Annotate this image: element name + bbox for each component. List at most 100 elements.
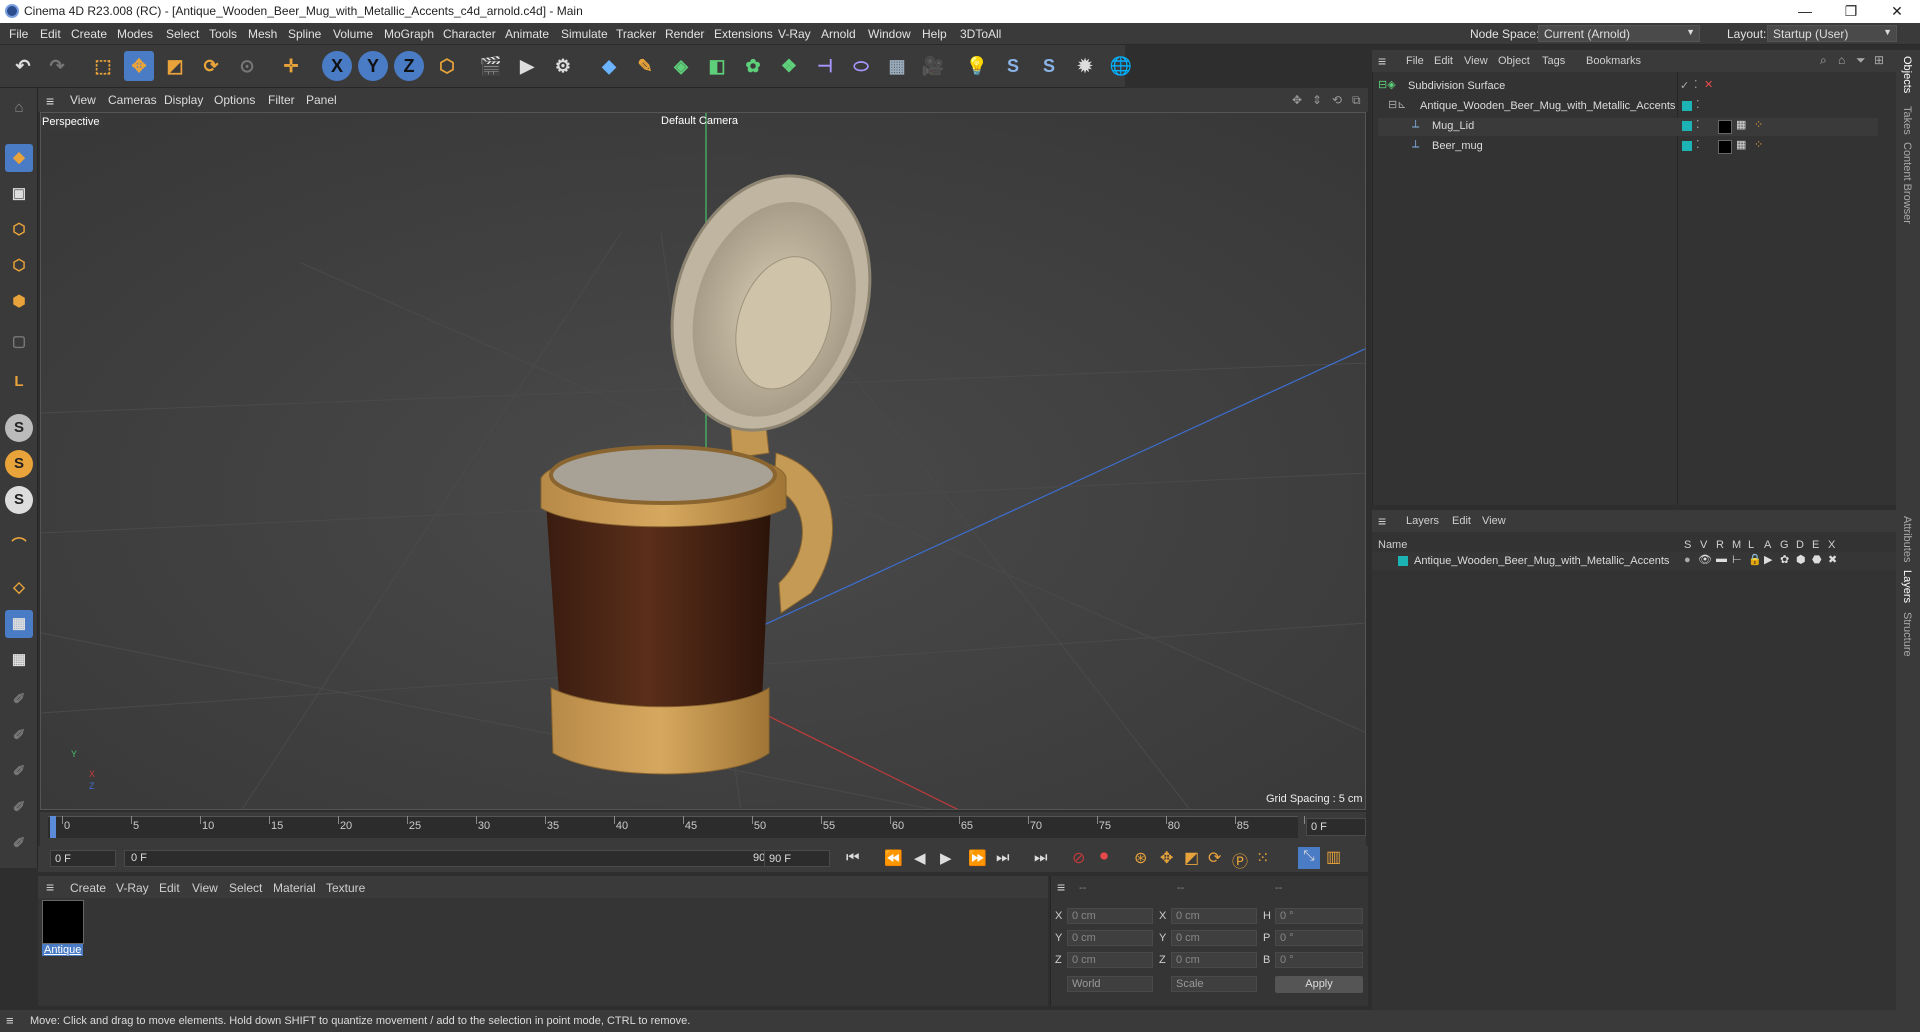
coord-position-y-field[interactable]: 0 cm	[1067, 930, 1153, 946]
layer-flag-header[interactable]: S	[1684, 539, 1691, 551]
object-hamburger-icon[interactable]: ≡	[1378, 53, 1386, 69]
deformer-icon[interactable]: ⊣	[810, 51, 840, 81]
menu-animate[interactable]: Animate	[505, 27, 549, 41]
position-key-icon[interactable]: ✥	[1160, 848, 1173, 868]
camera-icon[interactable]: 🎥	[918, 51, 948, 81]
menu-help[interactable]: Help	[922, 27, 947, 41]
node-space-dropdown[interactable]: Current (Arnold) ▼	[1538, 25, 1700, 42]
material-tag-icon[interactable]	[1718, 140, 1732, 154]
render-view-icon[interactable]: 🎬	[476, 51, 506, 81]
coord-size-z-field[interactable]: 0 cm	[1171, 952, 1257, 968]
start-frame-field[interactable]: 0 F	[50, 850, 116, 867]
menu-extensions[interactable]: Extensions	[714, 27, 773, 41]
status-hamburger-icon[interactable]: ≡	[6, 1013, 14, 1028]
new-window-icon[interactable]: ⊞	[1874, 53, 1884, 67]
deformers-icon[interactable]: ⬢	[1796, 553, 1806, 566]
model-mode-icon[interactable]: ◆	[5, 144, 33, 172]
render-picture-viewer-icon[interactable]: ▶	[512, 51, 542, 81]
layer-color-swatch[interactable]	[1682, 101, 1692, 111]
object-row-beer-mug[interactable]: ⟂ Beer_mug ⁚ ▦ ⁘	[1378, 138, 1878, 156]
extrude-generator-icon[interactable]: ◧	[702, 51, 732, 81]
next-key-icon[interactable]: ⏭	[996, 849, 1010, 866]
minimize-button[interactable]: —	[1782, 0, 1828, 23]
lock-icon[interactable]: 🔒	[1748, 553, 1762, 566]
layer-row[interactable]: Antique_Wooden_Beer_Mug_with_Metallic_Ac…	[1372, 552, 1896, 570]
coord-hamburger-icon[interactable]: ≡	[1057, 879, 1065, 895]
magnet-icon[interactable]: ⌒	[5, 532, 33, 560]
polygons-mode-icon[interactable]: ⬢	[5, 288, 33, 316]
material-menu-texture[interactable]: Texture	[326, 881, 365, 895]
quantize-icon[interactable]: S	[5, 486, 33, 514]
subdivision-surface-icon[interactable]: ◈	[666, 51, 696, 81]
zoom-view-icon[interactable]: ⇕	[1312, 93, 1322, 107]
visibility-dots-icon[interactable]: ⁚	[1694, 78, 1698, 91]
y-axis-lock-icon[interactable]: Y	[358, 51, 388, 81]
timeline-window-icon[interactable]: ▥	[1326, 847, 1341, 867]
viewport-menu-display[interactable]: Display	[164, 93, 203, 107]
expressions-icon[interactable]: ⬣	[1812, 553, 1822, 566]
grid-workplane-icon[interactable]: ▦	[5, 610, 33, 638]
layer-flag-header[interactable]: D	[1796, 539, 1804, 551]
previous-frame-icon[interactable]: ◀	[914, 849, 926, 867]
viewport-menu-view[interactable]: View	[70, 93, 96, 107]
object-row-subdivision-surface[interactable]: ⊟◈ Subdivision Surface ✓ ⁚ ✕	[1378, 78, 1878, 96]
rotate-tool-icon[interactable]: ⟳	[196, 51, 226, 81]
tab-content-browser[interactable]: Content Browser	[1901, 142, 1913, 224]
cube-primitive-icon[interactable]: ◆	[594, 51, 624, 81]
uv-mode-icon[interactable]: ▢	[5, 328, 33, 356]
menu-tracker[interactable]: Tracker	[616, 27, 656, 41]
points-mode-icon[interactable]: ⬡	[5, 216, 33, 244]
material-hamburger-icon[interactable]: ≡	[46, 879, 54, 895]
light-icon[interactable]: 💡	[962, 51, 992, 81]
pan-view-icon[interactable]: ✥	[1292, 93, 1302, 107]
autokeying-icon[interactable]: ⏺	[1100, 848, 1108, 866]
play-icon[interactable]: ▶	[940, 849, 952, 867]
search-icon[interactable]: ⌕	[1820, 53, 1827, 68]
make-editable-icon[interactable]: ⌂	[5, 94, 33, 122]
layer-flag-header[interactable]: E	[1812, 539, 1819, 551]
frame-range-slider[interactable]: 0 F 90 F	[124, 850, 784, 867]
visibility-dots-icon[interactable]: ⁚	[1696, 98, 1700, 111]
coord-position-x-field[interactable]: 0 cm	[1067, 908, 1153, 924]
viewport-menu-panel[interactable]: Panel	[306, 93, 337, 107]
tab-structure[interactable]: Structure	[1901, 612, 1913, 657]
manager-icon[interactable]: ⊢	[1732, 553, 1742, 566]
phong-tag-icon[interactable]: ⁘	[1754, 118, 1763, 131]
phong-tag-icon[interactable]: ⁘	[1754, 138, 1763, 151]
undo-icon[interactable]: ↶	[8, 51, 38, 81]
material-menu-select[interactable]: Select	[229, 881, 262, 895]
close-button[interactable]: ✕	[1874, 0, 1920, 23]
edges-mode-icon[interactable]: ⬡	[5, 252, 33, 280]
coordinate-system-icon[interactable]: ⬡	[432, 51, 462, 81]
menu-volume[interactable]: Volume	[333, 27, 373, 41]
3d-viewport[interactable]: Perspective Default Camera Grid Spacing …	[40, 112, 1366, 810]
recent-tool-icon[interactable]: ⊙	[232, 51, 262, 81]
material-thumbnail[interactable]	[42, 900, 84, 944]
layer-color-swatch[interactable]	[1682, 121, 1692, 131]
point-level-key-icon[interactable]: ⁙	[1256, 848, 1269, 868]
menu-vray[interactable]: V-Ray	[778, 27, 811, 41]
menu-create[interactable]: Create	[71, 27, 107, 41]
layer-menu-layers[interactable]: Layers	[1406, 515, 1439, 527]
filter-icon[interactable]: ⏷	[1856, 53, 1866, 68]
menu-tools[interactable]: Tools	[209, 27, 237, 41]
solo-icon[interactable]: ●	[1684, 554, 1691, 566]
material-menu-create[interactable]: Create	[70, 881, 106, 895]
object-menu-view[interactable]: View	[1464, 55, 1488, 67]
coord-position-z-field[interactable]: 0 cm	[1067, 952, 1153, 968]
object-menu-object[interactable]: Object	[1498, 55, 1530, 67]
menu-modes[interactable]: Modes	[117, 27, 153, 41]
layout-dropdown[interactable]: Startup (User) ▼	[1767, 25, 1897, 42]
tab-layers[interactable]: Layers	[1901, 570, 1913, 603]
layer-menu-edit[interactable]: Edit	[1452, 515, 1471, 527]
live-selection-icon[interactable]: ⬚	[88, 51, 118, 81]
go-to-start-icon[interactable]: ⏮	[846, 849, 860, 866]
next-frame-icon[interactable]: ⏩	[968, 849, 987, 867]
render-settings-icon[interactable]: ⚙	[548, 51, 578, 81]
playhead[interactable]	[50, 816, 56, 838]
coord-mode-dropdown[interactable]: Scale	[1171, 976, 1257, 992]
go-to-end-icon[interactable]: ⏭	[1034, 849, 1048, 866]
menu-select[interactable]: Select	[166, 27, 199, 41]
viewport-hamburger-icon[interactable]: ≡	[46, 93, 54, 109]
lock-workplane-icon[interactable]: ▦	[5, 646, 33, 674]
